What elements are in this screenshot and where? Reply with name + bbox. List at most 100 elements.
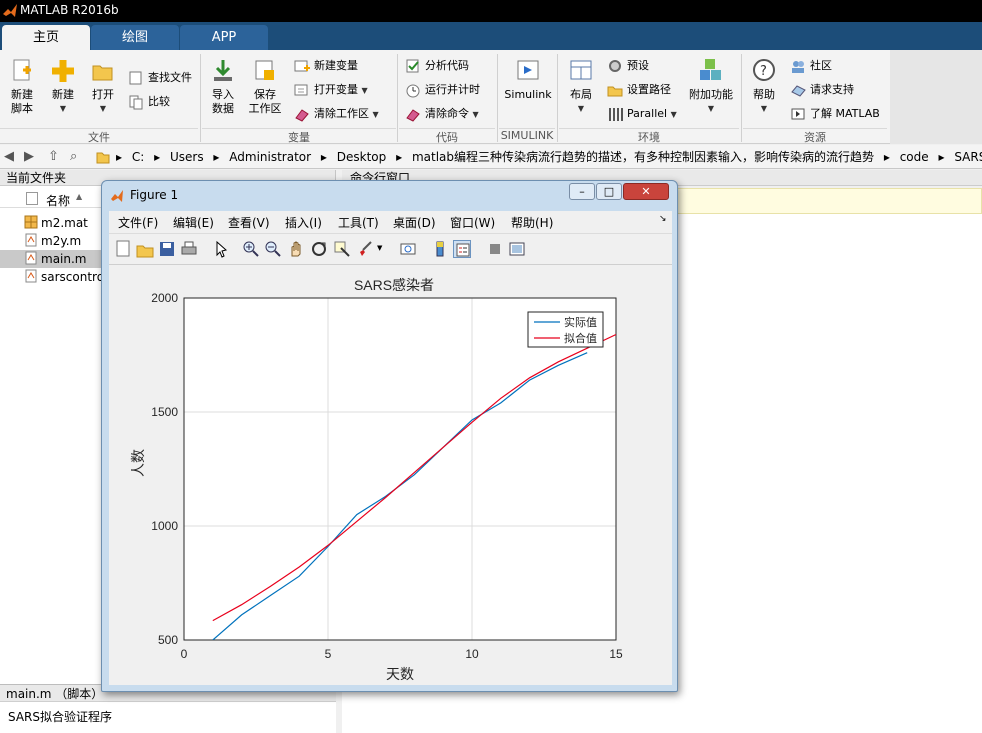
compare-icon <box>129 95 143 110</box>
maximize-button[interactable]: □ <box>596 183 622 200</box>
x-tick-label: 0 <box>181 647 188 661</box>
section-resources-label: 资源 <box>743 128 887 144</box>
breadcrumb-item[interactable]: matlab编程三种传染病流行趋势的描述，有多种控制因素输入，影响传染病的流行趋… <box>412 150 874 164</box>
menu-desktop[interactable]: 桌面(D) <box>393 214 436 231</box>
menu-help[interactable]: 帮助(H) <box>511 214 553 231</box>
new-button[interactable]: 新建 ▼ <box>46 58 80 116</box>
clear-workspace-button[interactable]: 清除工作区 ▼ <box>294 104 379 124</box>
community-icon <box>792 61 804 73</box>
figure-menu-bar: 文件(F) 编辑(E) 查看(V) 插入(I) 工具(T) 桌面(D) 窗口(W… <box>109 211 672 233</box>
back-arrow-icon[interactable]: ◀ <box>4 149 14 164</box>
link-plot-icon[interactable] <box>399 240 417 258</box>
new-figure-icon[interactable] <box>114 240 132 258</box>
breadcrumb-item[interactable]: SARS程序 <box>954 150 982 164</box>
save-icon[interactable] <box>158 240 176 258</box>
parallel-icon <box>609 108 623 121</box>
list-item[interactable]: main.m <box>24 250 87 268</box>
x-tick-label: 5 <box>325 647 332 661</box>
breadcrumb-item[interactable]: code <box>900 150 929 164</box>
new-script-button[interactable]: 新建 脚本 <box>4 58 40 116</box>
save-workspace-button[interactable]: 保存 工作区 <box>246 58 284 116</box>
zoom-in-icon[interactable] <box>242 240 260 258</box>
open-file-icon[interactable] <box>136 240 154 258</box>
chevron-down-icon: ▼ <box>59 104 67 113</box>
file-type-icon <box>26 192 38 205</box>
figure-toolbar: ▼ <box>109 233 672 265</box>
request-support-button[interactable]: 请求支持 <box>790 80 854 100</box>
chevron-down-icon[interactable]: ▼ <box>377 244 382 252</box>
import-data-label: 导入 数据 <box>212 88 234 115</box>
help-button[interactable]: ? 帮助 ▼ <box>747 58 781 116</box>
list-item[interactable]: sarscontro <box>24 268 104 286</box>
clear-workspace-icon <box>295 109 309 122</box>
analyze-code-button[interactable]: 分析代码 <box>405 56 469 76</box>
brush-icon[interactable] <box>357 240 375 258</box>
up-folder-icon[interactable]: ⇧ <box>48 149 59 164</box>
list-item[interactable]: m2y.m <box>24 232 81 250</box>
sars-line-chart[interactable]: 0 5 10 15 500 1000 1500 2000 实际值拟合值 SARS感染者 天数 人… <box>109 265 672 685</box>
detail-description: SARS拟合验证程序 <box>8 710 113 724</box>
compare-button[interactable]: 比较 <box>128 92 170 112</box>
tab-plots[interactable]: 绘图 <box>91 25 179 50</box>
open-variable-button[interactable]: 打开变量 ▼ <box>294 80 368 100</box>
ribbon-divider <box>200 54 201 142</box>
breadcrumb-item[interactable]: Desktop <box>337 150 387 164</box>
open-label: 打开 <box>92 88 114 101</box>
menu-view[interactable]: 查看(V) <box>228 214 270 231</box>
app-title-bar: MATLAB R2016b <box>0 0 982 22</box>
simulink-button[interactable]: Simulink <box>502 58 554 102</box>
new-variable-button[interactable]: 新建变量 <box>294 56 358 76</box>
breadcrumb-item[interactable]: C: <box>132 150 144 164</box>
run-and-time-button[interactable]: 运行并计时 <box>405 80 480 100</box>
menu-dock-arrow-icon[interactable]: ↘ <box>659 214 667 224</box>
data-cursor-icon[interactable] <box>333 240 351 258</box>
layout-label: 布局 <box>570 88 592 101</box>
menu-edit[interactable]: 编辑(E) <box>173 214 214 231</box>
set-path-label: 设置路径 <box>627 83 671 96</box>
forward-arrow-icon[interactable]: ▶ <box>24 149 34 164</box>
breadcrumb-item[interactable]: Administrator <box>229 150 311 164</box>
new-script-label: 新建 脚本 <box>11 88 33 115</box>
m-file-icon <box>25 233 37 247</box>
simulink-label: Simulink <box>504 88 552 101</box>
set-path-button[interactable]: 设置路径 <box>607 80 671 100</box>
section-simulink-label: SIMULINK <box>499 128 555 142</box>
open-button[interactable]: 打开 ▼ <box>86 58 120 116</box>
print-icon[interactable] <box>180 240 198 258</box>
hide-plot-tools-icon[interactable] <box>486 240 504 258</box>
legend-icon[interactable] <box>453 240 471 258</box>
community-button[interactable]: 社区 <box>790 56 832 76</box>
minimize-button[interactable]: – <box>569 183 595 200</box>
x-tick-label: 15 <box>609 647 623 661</box>
parallel-button[interactable]: Parallel ▼ <box>607 104 677 124</box>
pan-hand-icon[interactable] <box>287 240 305 258</box>
menu-insert[interactable]: 插入(I) <box>285 214 322 231</box>
breadcrumb-item[interactable]: Users <box>170 150 204 164</box>
menu-tools[interactable]: 工具(T) <box>338 214 379 231</box>
add-ons-button[interactable]: 附加功能 ▼ <box>686 58 736 116</box>
close-button[interactable]: ✕ <box>623 183 669 200</box>
chevron-down-icon: ▼ <box>361 86 368 95</box>
colorbar-icon[interactable] <box>431 240 449 258</box>
menu-window[interactable]: 窗口(W) <box>450 214 495 231</box>
browse-folder-icon[interactable]: ⌕ <box>70 149 77 164</box>
import-data-button[interactable]: 导入 数据 <box>205 58 241 116</box>
learn-matlab-button[interactable]: 了解 MATLAB <box>790 104 880 124</box>
clear-commands-button[interactable]: 清除命令 ▼ <box>405 104 479 124</box>
tab-home[interactable]: 主页 <box>2 25 90 50</box>
layout-button[interactable]: 布局 ▼ <box>563 58 599 116</box>
file-name: main.m <box>41 252 87 266</box>
run-time-icon <box>406 84 420 98</box>
select-pointer-icon[interactable] <box>213 240 231 258</box>
tab-apps[interactable]: APP <box>180 25 268 50</box>
preferences-button[interactable]: 预设 <box>607 56 649 76</box>
run-time-label: 运行并计时 <box>425 83 480 96</box>
zoom-out-icon[interactable] <box>264 240 282 258</box>
y-tick-label: 1500 <box>151 405 178 419</box>
rotate-3d-icon[interactable] <box>310 240 328 258</box>
menu-file[interactable]: 文件(F) <box>118 214 158 231</box>
list-item[interactable]: m2.mat <box>24 214 88 232</box>
open-variable-label: 打开变量 <box>314 83 358 96</box>
find-files-button[interactable]: 查找文件 <box>128 68 192 88</box>
show-plot-tools-icon[interactable] <box>508 240 526 258</box>
